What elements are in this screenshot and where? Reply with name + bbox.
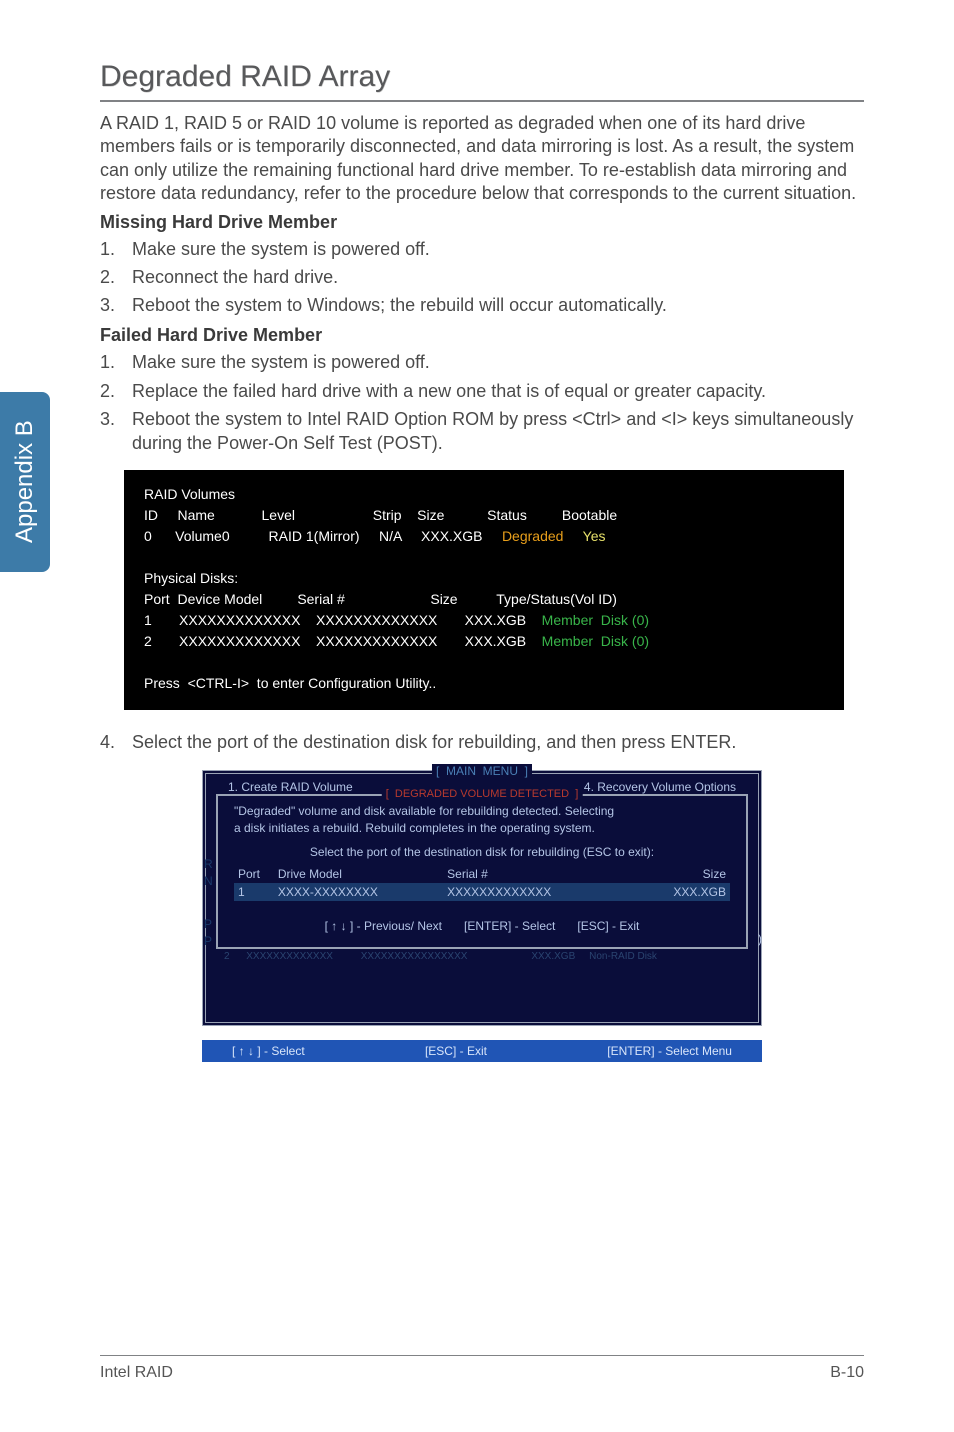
bottom-select: [ ↑ ↓ ] - Select — [232, 1044, 305, 1058]
list-item: 3.Reboot the system to Intel RAID Option… — [100, 407, 864, 456]
menu-recovery-options: 4. Recovery Volume Options — [584, 780, 736, 794]
volumes-row: 0 Volume0 RAID 1(Mirror) N/A XXX.XGB Deg… — [144, 526, 824, 547]
missing-heading: Missing Hard Drive Member — [100, 212, 864, 233]
decorative-text: PP — [204, 916, 212, 950]
bottom-hint-bar: [ ↑ ↓ ] - Select [ESC] - Exit [ENTER] - … — [202, 1040, 762, 1062]
msg-line2: a disk initiates a rebuild. Rebuild comp… — [234, 821, 730, 835]
footer-right: B-10 — [830, 1364, 864, 1382]
nav-hints: [ ↑ ↓ ] - Previous/ Next [ENTER] - Selec… — [234, 919, 730, 933]
disk-columns: Port Drive Model Serial # Size — [234, 867, 730, 881]
disks-header: Port Device Model Serial # Size Type/Sta… — [144, 589, 824, 610]
bottom-menu: [ENTER] - Select Menu — [607, 1044, 732, 1058]
degraded-detected-title: [ DEGRADED VOLUME DETECTED ] — [382, 788, 583, 800]
disks-title: Physical Disks: — [144, 568, 824, 589]
list-item: 3.Reboot the system to Windows; the rebu… — [100, 293, 864, 317]
decorative-garbled: 2 XXXXXXXXXXXXX XXXXXXXXXXXXXXXX XXX.XGB… — [206, 951, 758, 962]
page-title: Degraded RAID Array — [100, 60, 864, 94]
list-item: 1.Make sure the system is powered off. — [100, 350, 864, 374]
degraded-detected-box: [ DEGRADED VOLUME DETECTED ] "Degraded" … — [216, 794, 748, 949]
bottom-esc: [ESC] - Exit — [425, 1044, 487, 1058]
menu-create-raid: 1. Create RAID Volume — [228, 780, 353, 794]
disk-row: 1 XXXXXXXXXXXXX XXXXXXXXXXXXX XXX.XGB Me… — [144, 610, 824, 631]
hint-esc: [ESC] - Exit — [577, 919, 639, 933]
volumes-title: RAID Volumes — [144, 484, 824, 505]
select-prompt: Select the port of the destination disk … — [234, 845, 730, 859]
config-prompt: Press <CTRL-I> to enter Configuration Ut… — [144, 673, 824, 694]
hint-enter: [ENTER] - Select — [464, 919, 555, 933]
list-item: 2.Replace the failed hard drive with a n… — [100, 379, 864, 403]
step4-list: 4.Select the port of the destination dis… — [100, 730, 864, 754]
list-item: 1.Make sure the system is powered off. — [100, 237, 864, 261]
main-menu-label: [ MAIN MENU ] — [432, 764, 532, 778]
intro-paragraph: A RAID 1, RAID 5 or RAID 10 volume is re… — [100, 112, 864, 206]
msg-line1: "Degraded" volume and disk available for… — [234, 804, 730, 818]
footer-left: Intel RAID — [100, 1364, 173, 1382]
decorative-text: ) — [758, 932, 762, 946]
list-item: 4.Select the port of the destination dis… — [100, 730, 864, 754]
raid-status-terminal: RAID Volumes ID Name Level Strip Size St… — [124, 470, 844, 710]
side-tab: Appendix B — [0, 392, 50, 572]
disk-row: 2 XXXXXXXXXXXXX XXXXXXXXXXXXX XXX.XGB Me… — [144, 631, 824, 652]
volumes-header: ID Name Level Strip Size Status Bootable — [144, 505, 824, 526]
missing-steps: 1.Make sure the system is powered off. 2… — [100, 237, 864, 318]
rebuild-dialog: [ MAIN MENU ] 1. Create RAID Volume 4. R… — [202, 770, 762, 1062]
page-footer: Intel RAID B-10 — [100, 1355, 864, 1382]
list-item: 2.Reconnect the hard drive. — [100, 265, 864, 289]
failed-steps: 1.Make sure the system is powered off. 2… — [100, 350, 864, 455]
failed-heading: Failed Hard Drive Member — [100, 325, 864, 346]
disk-selection-row[interactable]: 1 XXXX-XXXXXXXX XXXXXXXXXXXXX XXX.XGB — [234, 883, 730, 901]
decorative-text: RN — [204, 856, 213, 890]
title-underline — [100, 100, 864, 102]
hint-prev-next: [ ↑ ↓ ] - Previous/ Next — [325, 919, 442, 933]
